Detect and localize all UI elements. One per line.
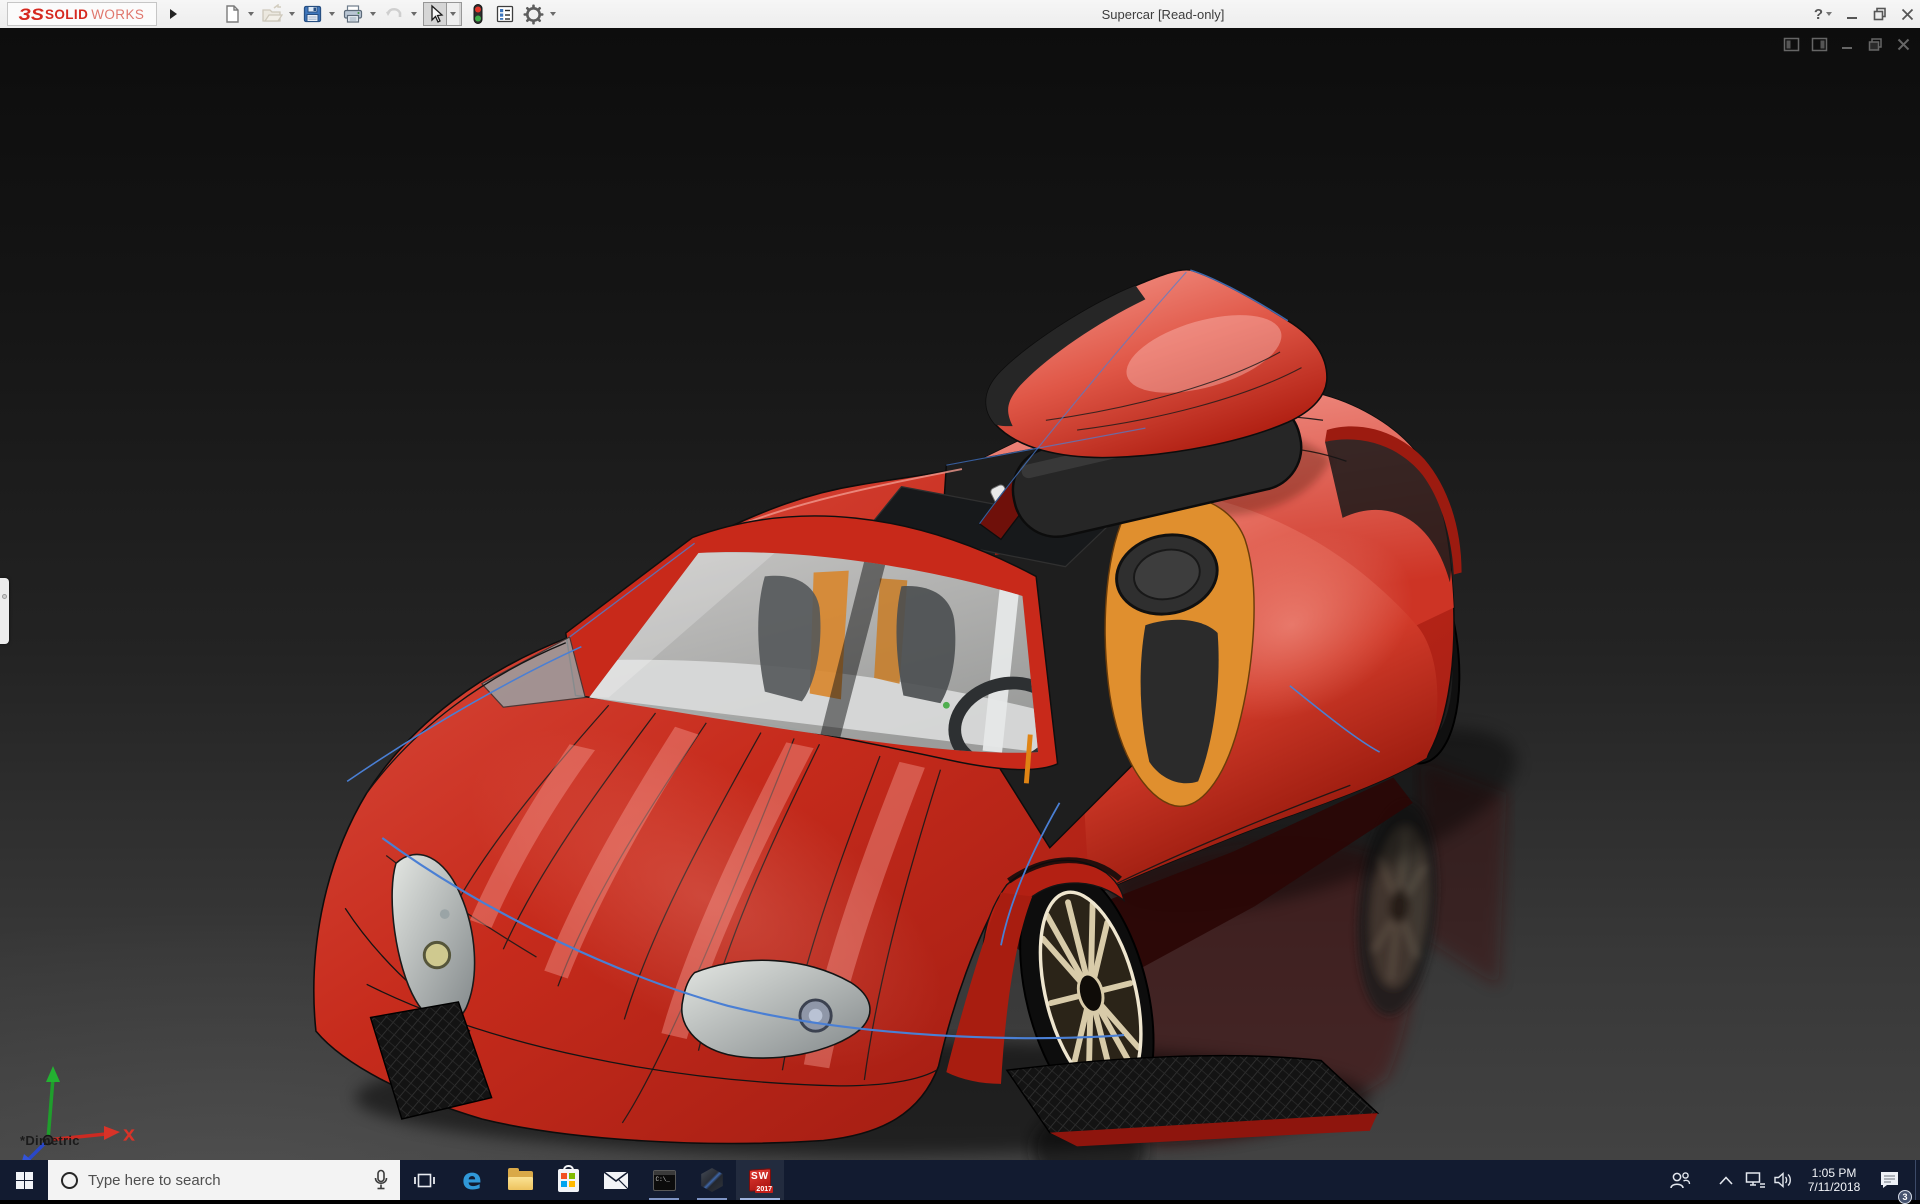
undo-icon: [383, 4, 405, 24]
taskbar-app-solidworks[interactable]: SW 2017: [736, 1160, 784, 1200]
graphics-viewport[interactable]: X *Dimetric: [0, 28, 1920, 1160]
restore-button[interactable]: [1873, 7, 1887, 21]
save-button[interactable]: [301, 2, 324, 26]
window-title: Supercar [Read-only]: [1102, 0, 1225, 28]
cortana-icon: [61, 1172, 78, 1189]
task-view-button[interactable]: [400, 1160, 448, 1200]
doc-close-icon[interactable]: [1895, 36, 1912, 53]
taskbar-app-mail[interactable]: [592, 1160, 640, 1200]
taskbar-app-cmd[interactable]: C:\_: [640, 1160, 688, 1200]
save-icon: [302, 4, 323, 24]
taskbar-app-file-explorer[interactable]: [496, 1160, 544, 1200]
doc-restore-icon[interactable]: [1867, 36, 1884, 53]
solidworks-logo-works: WORKS: [91, 7, 144, 22]
minimize-icon: [1846, 8, 1859, 21]
dock-pane-icon[interactable]: [1783, 36, 1800, 53]
start-button[interactable]: [0, 1160, 48, 1200]
taskbar-app-store[interactable]: [544, 1160, 592, 1200]
solidworks-logo-mark: ЗS: [18, 6, 44, 23]
help-label: ?: [1814, 6, 1823, 23]
open-dropdown-icon[interactable]: [289, 12, 295, 16]
help-button[interactable]: ?: [1814, 6, 1832, 23]
network-icon: [1745, 1171, 1766, 1189]
hexagon-app-icon: [700, 1168, 724, 1192]
solidworks-logo-solid: SOLID: [45, 7, 88, 22]
solidworks-logo[interactable]: ЗS SOLIDWORKS: [7, 2, 157, 26]
options-button[interactable]: [522, 2, 545, 27]
document-window-controls: [1783, 36, 1912, 53]
undo-dropdown-icon[interactable]: [411, 12, 417, 16]
taskbar-app-edge[interactable]: e: [448, 1160, 496, 1200]
main-toolbar: [221, 1, 560, 27]
edge-icon: e: [462, 1165, 482, 1194]
help-dropdown-icon: [1826, 12, 1832, 16]
microphone-icon[interactable]: [373, 1169, 389, 1191]
view-orientation-label: *Dimetric: [20, 1133, 80, 1148]
close-icon: [1901, 8, 1914, 21]
print-button[interactable]: [341, 2, 365, 26]
select-dropdown-icon[interactable]: [446, 3, 459, 25]
collapsed-panel-tab[interactable]: [0, 578, 9, 644]
select-cursor-icon: [426, 4, 446, 24]
open-document-button[interactable]: [260, 2, 284, 26]
system-tray: 1:05 PM 7/11/2018 3: [1663, 1160, 1920, 1200]
store-icon: [558, 1169, 579, 1192]
command-prompt-icon: C:\_: [653, 1170, 676, 1191]
sw-icon-year: 2017: [755, 1186, 773, 1193]
minimize-button[interactable]: [1846, 8, 1859, 21]
print-icon: [342, 4, 364, 24]
new-document-icon: [222, 4, 242, 24]
notification-badge: 3: [1898, 1190, 1912, 1204]
sw-icon-text: SW: [751, 1171, 769, 1182]
task-view-icon: [414, 1170, 435, 1191]
taskbar-search[interactable]: [48, 1160, 400, 1200]
options-dropdown-icon[interactable]: [550, 12, 556, 16]
design-report-button[interactable]: [494, 2, 516, 26]
restore-icon: [1873, 7, 1887, 21]
search-input[interactable]: [88, 1172, 328, 1189]
new-document-button[interactable]: [221, 2, 243, 26]
car-model-scene: [0, 28, 1920, 1160]
tray-overflow-button[interactable]: [1711, 1160, 1741, 1200]
clock-time: 1:05 PM: [1803, 1166, 1865, 1180]
open-document-icon: [261, 4, 283, 24]
people-button[interactable]: [1663, 1160, 1697, 1200]
x-axis-label: X: [124, 1127, 134, 1144]
mail-icon: [603, 1171, 629, 1190]
new-dropdown-icon[interactable]: [248, 12, 254, 16]
panel-tab-dot-icon: [2, 594, 7, 599]
dock-pane2-icon[interactable]: [1811, 36, 1828, 53]
title-bar: ЗS SOLIDWORKS: [0, 0, 1920, 28]
select-tool-button[interactable]: [423, 2, 462, 26]
speaker-icon: [1773, 1171, 1793, 1189]
doc-minimize-icon[interactable]: [1839, 36, 1856, 53]
volume-button[interactable]: [1769, 1160, 1797, 1200]
menu-expand-arrow-icon[interactable]: [165, 3, 181, 25]
network-button[interactable]: [1741, 1160, 1769, 1200]
save-dropdown-icon[interactable]: [329, 12, 335, 16]
undo-button[interactable]: [382, 2, 406, 26]
windows-taskbar: e C:\_ SW 2017: [0, 1160, 1920, 1200]
tray-clock[interactable]: 1:05 PM 7/11/2018: [1803, 1166, 1865, 1194]
performance-lights-button[interactable]: [470, 1, 486, 27]
taskbar-app-hexagon[interactable]: [688, 1160, 736, 1200]
people-icon: [1669, 1170, 1691, 1190]
print-dropdown-icon[interactable]: [370, 12, 376, 16]
file-explorer-icon: [508, 1171, 533, 1190]
traffic-light-icon: [471, 3, 485, 25]
gear-icon: [523, 4, 544, 25]
clock-date: 7/11/2018: [1803, 1180, 1865, 1194]
chevron-up-icon: [1719, 1176, 1733, 1185]
action-center-icon: [1879, 1170, 1900, 1190]
solidworks-2017-icon: SW 2017: [748, 1168, 772, 1192]
close-button[interactable]: [1901, 8, 1914, 21]
cmd-prompt-text: C:\_: [656, 1176, 670, 1183]
design-report-icon: [495, 4, 515, 24]
windows-logo-icon: [16, 1172, 33, 1189]
show-desktop-button[interactable]: [1915, 1160, 1920, 1200]
action-center-button[interactable]: 3: [1871, 1160, 1907, 1200]
y-axis-arrow: [46, 1066, 60, 1082]
x-axis-arrow: [104, 1126, 120, 1140]
